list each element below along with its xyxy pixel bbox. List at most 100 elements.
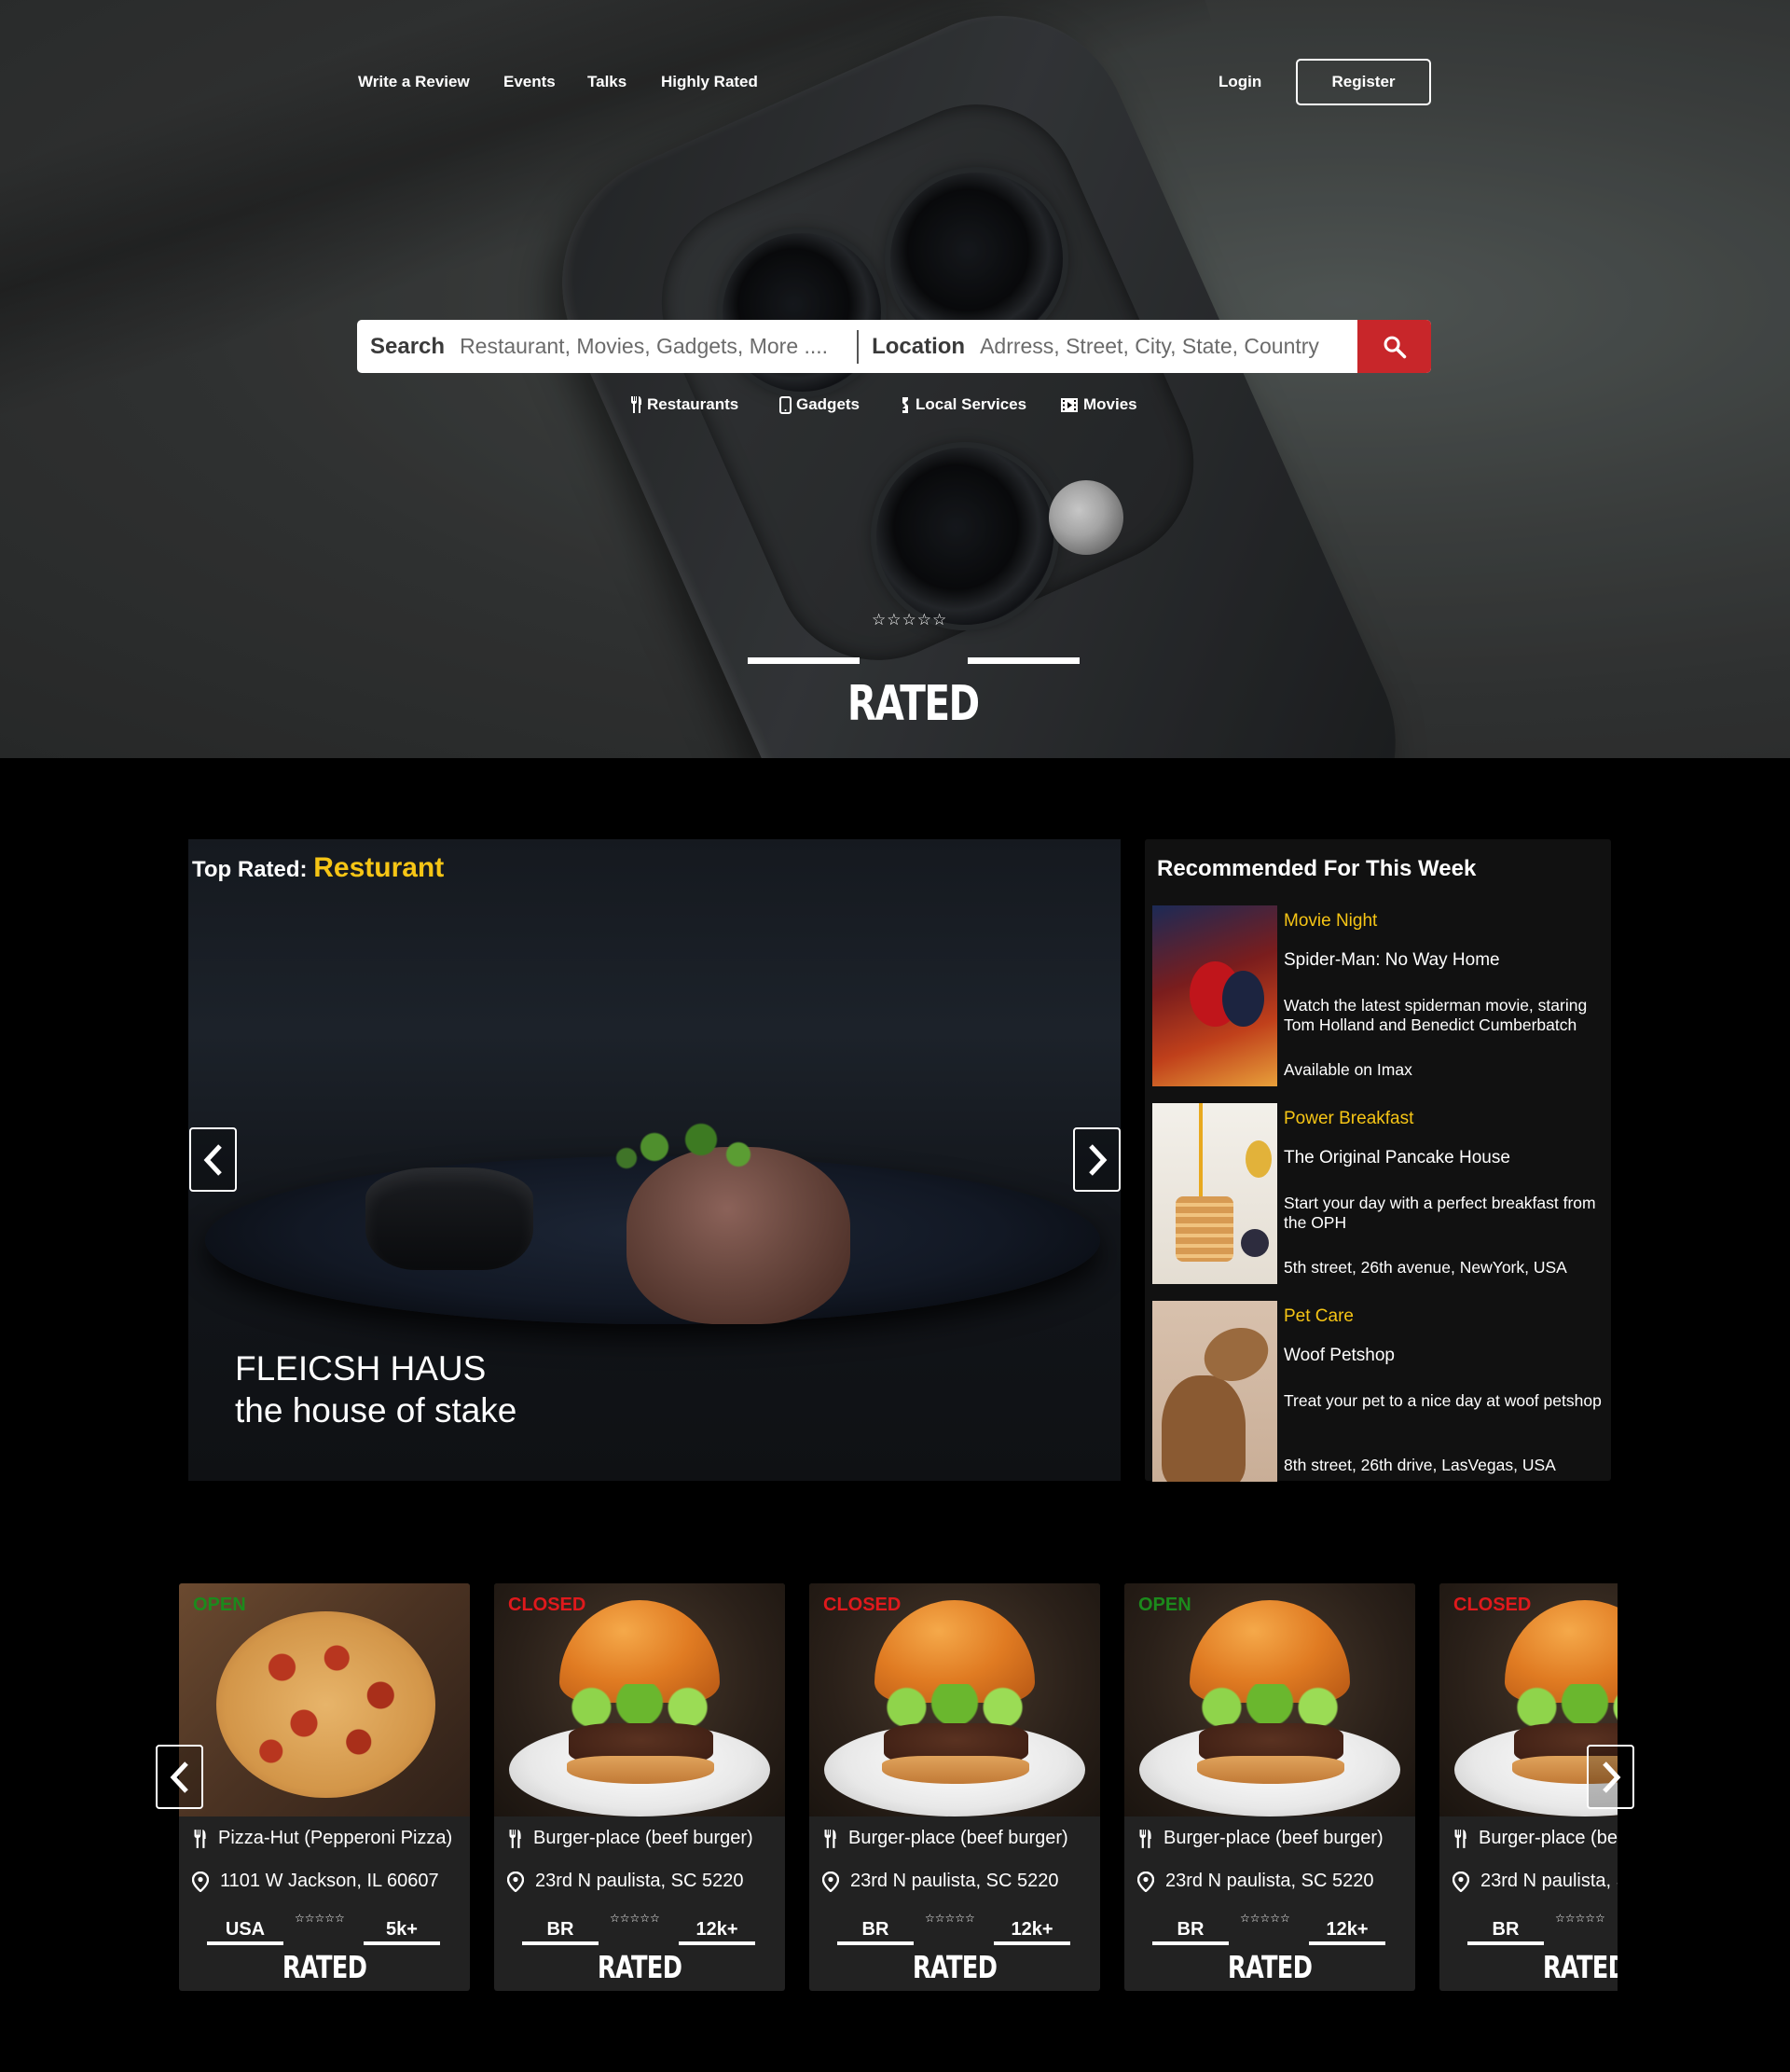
restaurant-cards: OPEN Pizza-Hut (Pepperoni Pizza) 1101 W Ja… [0,1583,1790,1994]
sauce-ramekin [365,1167,533,1270]
location-pin-icon [822,1871,839,1892]
logo-bar [968,657,1080,664]
burger-bun-bottom [882,1756,1029,1784]
nav-talks[interactable]: Talks [587,73,626,91]
card-name: Burger-place (beef burger) [848,1828,1068,1848]
card-country: BR [1177,1919,1205,1940]
recommended-name: Spider-Man: No Way Home [1284,950,1500,970]
caption-title: FLEICSH HAUS [235,1349,487,1388]
card-address-row: 23rd N paulista, SC 5220 [1453,1871,1618,1892]
card-name: Burger-place (beef burger) [1164,1828,1384,1848]
login-link[interactable]: Login [1219,73,1261,91]
category-local-services[interactable]: Local Services [900,395,1026,414]
category-gadgets[interactable]: Gadgets [779,395,860,414]
restaurant-card[interactable]: OPEN Pizza-Hut (Pepperoni Pizza) 1101 W Ja… [179,1583,470,1991]
logo-bar [1467,1941,1544,1945]
top-rated-carousel: Top Rated: Resturant FLEICSH HAUS the ho… [188,839,1121,1481]
top-rated-category: Resturant [313,852,445,883]
recommended-description: Start your day with a perfect breakfast … [1284,1194,1596,1232]
restaurant-card[interactable]: CLOSED Burger-place (beef burger) 23rd N p… [494,1583,785,1991]
card-image [179,1583,470,1816]
register-button[interactable]: Register [1296,59,1431,105]
card-logo-text: RATED [1227,1949,1313,1985]
recommended-item[interactable]: Pet Care Woof Petshop Treat your pet to … [1152,1301,1611,1482]
card-stars: ☆☆☆☆☆ [1555,1912,1605,1925]
logo-bar [837,1941,914,1945]
recommended-extra: 8th street, 26th drive, LasVegas, USA [1284,1456,1556,1474]
card-stars: ☆☆☆☆☆ [610,1912,660,1925]
dog-image [1152,1301,1277,1482]
status-badge: OPEN [193,1595,246,1615]
restaurant-card[interactable]: CLOSED Burger-place (beef burger) 23rd N p… [809,1583,1100,1991]
fork-knife-icon [824,1829,836,1848]
recommended-category: Movie Night [1284,911,1378,931]
status-badge: CLOSED [508,1595,586,1615]
pizza-image [216,1611,435,1798]
cards-next-button[interactable] [1587,1745,1634,1809]
burger-bun-bottom [567,1756,714,1784]
cards-prev-button[interactable] [156,1745,203,1809]
card-image [809,1583,1100,1816]
card-stars: ☆☆☆☆☆ [1240,1912,1290,1925]
nav-write-review[interactable]: Write a Review [358,73,470,91]
fork-knife-icon [194,1829,206,1848]
card-logo-text: RATED [1542,1949,1618,1985]
card-country: BR [1492,1919,1520,1940]
card-logo-text: RATED [912,1949,998,1985]
category-restaurants[interactable]: Restaurants [629,395,738,414]
card-rated-logo: BR☆☆☆☆☆12k+RATED [494,1910,785,1991]
recommended-name: The Original Pancake House [1284,1148,1510,1167]
card-review-count: 5k+ [386,1919,418,1940]
card-rated-logo: BR☆☆☆☆☆12k+RATED [1439,1910,1618,1991]
card-address: 23rd N paulista, SC 5220 [1165,1871,1374,1891]
caption-subtitle: the house of stake [235,1391,517,1430]
carousel-prev-button[interactable] [189,1127,237,1192]
location-pin-icon [192,1871,209,1892]
chevron-right-icon [1602,1761,1620,1793]
card-address-row: 1101 W Jackson, IL 60607 [192,1871,439,1892]
search-icon [1384,336,1406,358]
nav-highly-rated[interactable]: Highly Rated [661,73,758,91]
location-input[interactable] [980,327,1349,366]
card-name: Burger-place (beef burger) [1479,1828,1618,1848]
card-rated-logo: BR ☆☆☆☆☆ 12k+ RATED [1124,1910,1415,1991]
restaurant-card[interactable]: OPEN Burger-place (beef burger) 23rd N pau… [1124,1583,1415,1991]
logo-bar [1309,1941,1385,1945]
recommended-title: Recommended For This Week [1157,856,1477,881]
film-icon [1061,397,1078,412]
fork-knife-icon [631,396,641,413]
recommended-item[interactable]: Movie Night Spider-Man: No Way Home Watc… [1152,905,1611,1086]
location-label: Location [872,333,966,359]
carousel-next-button[interactable] [1073,1127,1121,1192]
microgreens [599,1110,785,1184]
search-input[interactable] [460,327,852,366]
card-review-count: 12k+ [1326,1919,1369,1940]
logo-bar [994,1941,1070,1945]
logo-stars: ☆☆☆☆☆ [872,611,948,629]
category-movies[interactable]: Movies [1060,395,1137,414]
search-label: Search [370,333,446,359]
pancake-image [1152,1103,1277,1284]
card-address: 23rd N paulista, SC 5220 [1480,1871,1618,1891]
card-country: BR [546,1919,574,1940]
location-pin-icon [1453,1871,1469,1892]
recommended-item[interactable]: Power Breakfast The Original Pancake Hou… [1152,1103,1611,1284]
fork-knife-icon [1454,1829,1466,1848]
status-badge: CLOSED [823,1595,902,1615]
top-rated-prefix: Top Rated: [192,857,308,882]
chevron-right-icon [1088,1143,1107,1176]
movie-poster-image [1152,905,1277,1086]
card-name-row: Burger-place (beef burger) [507,1828,753,1849]
card-address: 23rd N paulista, SC 5220 [850,1871,1059,1891]
search-button[interactable] [1357,320,1431,373]
location-pin-icon [507,1871,524,1892]
recommended-extra: Available on Imax [1284,1060,1412,1079]
card-name-row: Burger-place (beef burger) [1137,1828,1384,1849]
top-nav: Write a Review Events Talks Highly Rated… [0,59,1790,110]
recommended-category: Power Breakfast [1284,1109,1414,1128]
card-name-row: Burger-place (beef burger) [1453,1828,1618,1849]
nav-events[interactable]: Events [503,73,556,91]
logo-bar [679,1941,755,1945]
recommended-extra: 5th street, 26th avenue, NewYork, USA [1284,1258,1567,1277]
card-review-count: 12k+ [695,1919,738,1940]
